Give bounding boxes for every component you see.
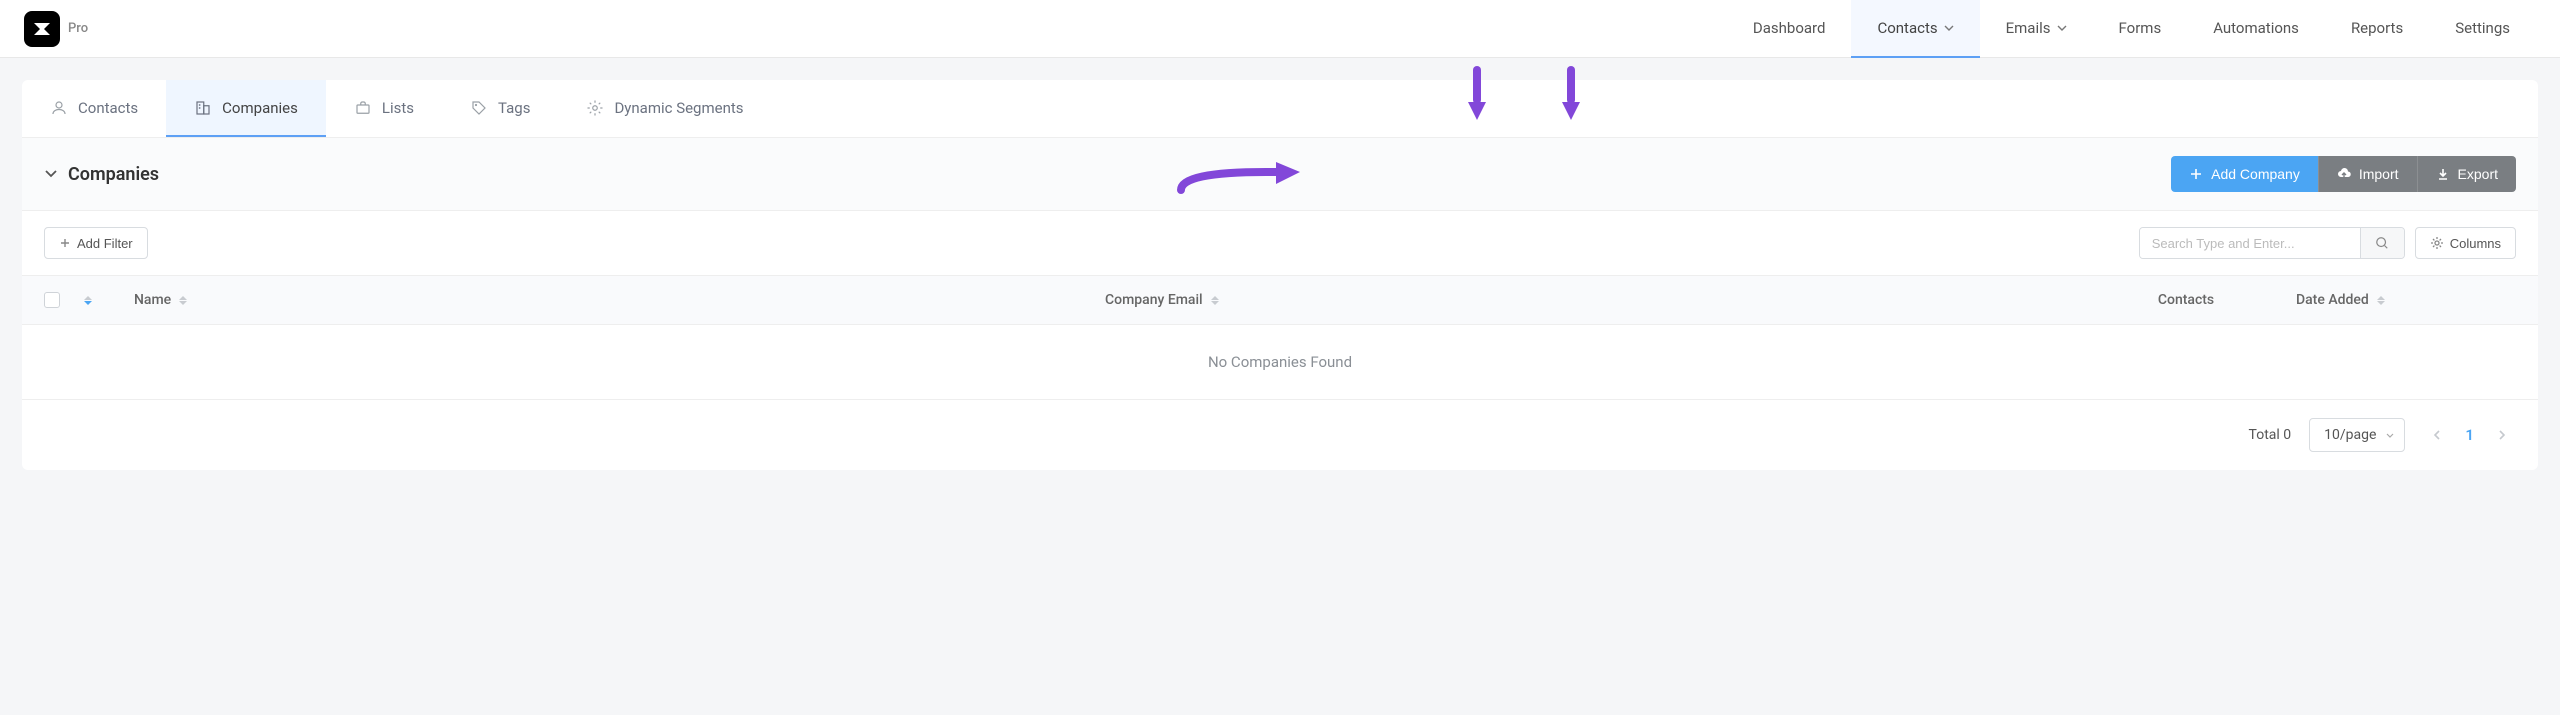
pager-next[interactable]	[2488, 421, 2516, 449]
sort-arrows-icon	[2377, 292, 2385, 308]
subtab-companies-label: Companies	[222, 99, 298, 117]
columns-button[interactable]: Columns	[2415, 227, 2516, 259]
chevron-down-icon	[44, 169, 58, 179]
import-button[interactable]: Import	[2318, 156, 2417, 192]
filter-bar: Add Filter Columns	[22, 211, 2538, 275]
pagination-total: Total 0	[2249, 427, 2292, 443]
panel-actions: Add Company Import Export	[2171, 156, 2516, 192]
nav-contacts[interactable]: Contacts	[1851, 0, 1979, 58]
add-company-button[interactable]: Add Company	[2171, 156, 2318, 192]
download-icon	[2436, 167, 2450, 181]
search-icon	[2375, 236, 2389, 250]
gear-icon	[2430, 236, 2444, 250]
import-label: Import	[2359, 166, 2399, 182]
pro-label: Pro	[68, 21, 88, 36]
sub-tabs: Contacts Companies Lists Tags Dynamic Se…	[22, 80, 2538, 138]
pagination: Total 0 10/page 1	[22, 400, 2538, 470]
chevron-left-icon	[2433, 429, 2441, 441]
pager-pages: 1	[2423, 421, 2516, 449]
th-name-label: Name	[134, 292, 171, 308]
chevron-down-icon	[2386, 433, 2394, 438]
th-contacts-label: Contacts	[2158, 292, 2214, 308]
plus-icon	[2189, 167, 2203, 181]
nav-reports[interactable]: Reports	[2325, 0, 2429, 58]
add-filter-label: Add Filter	[77, 236, 133, 251]
th-sort-index[interactable]	[84, 296, 134, 305]
plus-icon	[59, 237, 71, 249]
export-label: Export	[2458, 166, 2498, 182]
columns-label: Columns	[2450, 236, 2501, 251]
th-date-added-label: Date Added	[2296, 292, 2369, 308]
th-contacts: Contacts	[2076, 292, 2296, 308]
filter-bar-right: Columns	[2139, 227, 2516, 259]
add-company-label: Add Company	[2211, 166, 2300, 182]
content-wrapper: Contacts Companies Lists Tags Dynamic Se…	[0, 58, 2560, 492]
subtab-lists[interactable]: Lists	[326, 80, 442, 137]
select-all-cell	[44, 292, 84, 308]
nav-reports-label: Reports	[2351, 19, 2403, 37]
app-logo[interactable]	[24, 11, 60, 47]
select-all-checkbox[interactable]	[44, 292, 60, 308]
briefcase-icon	[354, 99, 372, 117]
pager-prev[interactable]	[2423, 421, 2451, 449]
th-date-added[interactable]: Date Added	[2296, 292, 2516, 308]
page-size-select[interactable]: 10/page	[2309, 418, 2405, 452]
search-input[interactable]	[2140, 228, 2360, 258]
table-empty-row: No Companies Found	[22, 325, 2538, 400]
page-size-label: 10/page	[2324, 427, 2376, 443]
sort-arrows-icon	[1211, 292, 1219, 308]
search-button[interactable]	[2360, 228, 2404, 258]
subtab-dynamic-segments[interactable]: Dynamic Segments	[558, 80, 771, 137]
gear-icon	[586, 99, 604, 117]
subtab-tags[interactable]: Tags	[442, 80, 558, 137]
tag-icon	[470, 99, 488, 117]
subtab-contacts[interactable]: Contacts	[22, 80, 166, 137]
annotation-arrow-right	[1176, 160, 1306, 196]
add-filter-button[interactable]: Add Filter	[44, 227, 148, 259]
th-name[interactable]: Name	[134, 292, 1105, 308]
nav-settings[interactable]: Settings	[2429, 0, 2536, 58]
chevron-down-icon	[1944, 25, 1954, 31]
empty-text: No Companies Found	[1208, 353, 1352, 371]
subtab-dynamic-segments-label: Dynamic Segments	[614, 99, 743, 117]
table-header-row: Name Company Email Contacts Date Added	[22, 275, 2538, 325]
subtab-tags-label: Tags	[498, 99, 530, 117]
app-header: Pro Dashboard Contacts Emails Forms Auto…	[0, 0, 2560, 58]
panel-title-wrap[interactable]: Companies	[44, 164, 159, 185]
nav-automations[interactable]: Automations	[2187, 0, 2325, 58]
chevron-down-icon	[2057, 25, 2067, 31]
annotation-arrow-down-import	[1468, 66, 1486, 122]
th-company-email[interactable]: Company Email	[1105, 292, 2076, 308]
sort-arrows-icon	[179, 292, 187, 308]
nav-automations-label: Automations	[2213, 19, 2299, 37]
logo-icon	[30, 17, 54, 41]
nav-dashboard-label: Dashboard	[1753, 19, 1826, 37]
export-button[interactable]: Export	[2417, 156, 2516, 192]
cloud-upload-icon	[2337, 167, 2351, 181]
main-nav: Dashboard Contacts Emails Forms Automati…	[1727, 0, 2536, 58]
contact-icon	[50, 99, 68, 117]
annotation-arrow-down-export	[1562, 66, 1580, 122]
logo-area: Pro	[24, 11, 88, 47]
building-icon	[194, 99, 212, 117]
chevron-right-icon	[2498, 429, 2506, 441]
nav-settings-label: Settings	[2455, 19, 2510, 37]
nav-contacts-label: Contacts	[1877, 19, 1937, 37]
nav-forms[interactable]: Forms	[2093, 0, 2188, 58]
panel-title: Companies	[68, 164, 159, 185]
nav-emails[interactable]: Emails	[1980, 0, 2093, 58]
subtab-companies[interactable]: Companies	[166, 80, 326, 137]
th-company-email-label: Company Email	[1105, 292, 1203, 308]
sort-arrows-icon	[84, 296, 134, 305]
nav-emails-label: Emails	[2006, 19, 2051, 37]
subtab-lists-label: Lists	[382, 99, 414, 117]
search-wrap	[2139, 227, 2405, 259]
nav-dashboard[interactable]: Dashboard	[1727, 0, 1852, 58]
nav-forms-label: Forms	[2119, 19, 2162, 37]
page-number-current[interactable]: 1	[2457, 422, 2482, 448]
subtab-contacts-label: Contacts	[78, 99, 138, 117]
